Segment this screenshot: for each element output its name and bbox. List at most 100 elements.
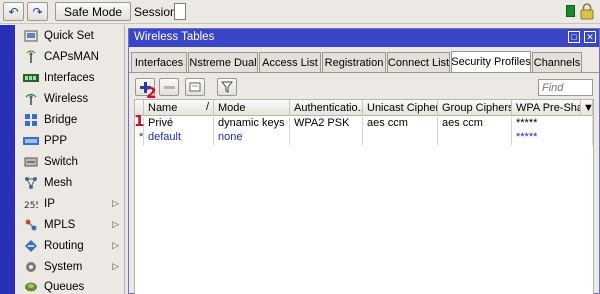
submenu-arrow-icon: ▷	[112, 261, 119, 271]
sidebar-item-label: Routing	[44, 240, 84, 252]
submenu-arrow-icon: ▷	[112, 219, 119, 229]
sidebar-item-switch[interactable]: Switch	[15, 152, 125, 172]
routing-icon	[23, 239, 39, 253]
remove-button[interactable]	[159, 78, 179, 96]
sidebar-item-label: Wireless	[44, 93, 89, 105]
interfaces-icon	[23, 71, 39, 85]
table-row[interactable]: Privé dynamic keys WPA2 PSK aes ccm aes …	[135, 117, 593, 131]
safe-mode-button[interactable]: Safe Mode	[55, 2, 132, 21]
system-icon	[23, 260, 39, 274]
sidebar-item-label: IP	[44, 198, 55, 210]
svg-text:255: 255	[24, 201, 38, 210]
ppp-icon	[23, 134, 39, 148]
sort-icon: /	[205, 101, 209, 113]
capsman-icon	[23, 50, 39, 64]
sidebar-item-label: System	[44, 261, 83, 273]
switch-icon	[23, 155, 39, 169]
filter-icon	[221, 81, 233, 93]
cell-wpa-pre-shared-key: *****	[512, 117, 593, 131]
sidebar-item-label: Interfaces	[44, 72, 95, 84]
cell-name: Privé	[144, 117, 214, 131]
security-profiles-table: Name / Mode Authenticatio... Unicast Ciph…	[134, 99, 594, 294]
comment-button[interactable]	[185, 78, 205, 96]
sidebar-item-label: Quick Set	[44, 30, 94, 42]
tab-interfaces[interactable]: Interfaces	[131, 52, 187, 72]
cell-wpa-pre-shared-key: *****	[512, 131, 593, 145]
tab-security-profiles[interactable]: Security Profiles	[451, 51, 531, 72]
close-button[interactable]: ✕	[584, 31, 596, 43]
sidebar-item-bridge[interactable]: Bridge	[15, 110, 125, 130]
sidebar-item-label: Switch	[44, 156, 78, 168]
columns-menu-button[interactable]: ▼	[581, 100, 593, 116]
quick-set-icon	[23, 29, 39, 43]
tab-nstreme-dual[interactable]: Nstreme Dual	[188, 52, 258, 72]
sidebar-item-label: PPP	[44, 135, 68, 147]
sidebar-item-ip[interactable]: 255 IP ▷	[15, 194, 125, 214]
main-toolbar: ↶ ↷ Safe Mode Session:	[0, 0, 600, 24]
row-flag: *	[135, 131, 144, 145]
left-brand-strip	[0, 25, 15, 294]
cell-mode: dynamic keys	[214, 117, 290, 131]
sidebar-item-label: CAPsMAN	[44, 51, 99, 63]
sidebar-item-label: Mesh	[44, 177, 73, 189]
sidebar-item-ppp[interactable]: PPP	[15, 131, 125, 151]
queues-icon	[23, 280, 39, 294]
redo-button[interactable]: ↷	[27, 2, 48, 21]
sidebar: Quick Set CAPsMAN Interfaces Wireless Br…	[15, 25, 125, 294]
column-header-authentication[interactable]: Authenticatio...	[290, 100, 363, 116]
annotation-marker-1: 1	[134, 112, 145, 130]
annotation-marker-2: 2	[146, 84, 157, 102]
column-header-wpa-pre-shared-key[interactable]: WPA Pre-Shar	[512, 100, 581, 116]
tab-bar: Interfaces Nstreme Dual Access List Regi…	[129, 51, 599, 72]
session-field[interactable]	[174, 3, 186, 20]
redo-icon: ↷	[32, 4, 43, 19]
undo-button[interactable]: ↶	[3, 2, 24, 21]
tab-divider	[129, 72, 599, 73]
tab-registration[interactable]: Registration	[322, 52, 386, 72]
cell-group-ciphers: aes ccm	[438, 117, 512, 131]
sidebar-item-mesh[interactable]: Mesh	[15, 173, 125, 193]
comment-icon	[189, 82, 201, 91]
lock-icon	[580, 3, 594, 20]
sidebar-item-quick-set[interactable]: Quick Set	[15, 26, 125, 46]
sidebar-item-system[interactable]: System ▷	[15, 257, 125, 277]
window-title[interactable]: Wireless Tables	[129, 29, 599, 47]
column-header-name[interactable]: Name /	[144, 100, 214, 116]
maximize-button[interactable]: □	[568, 31, 580, 43]
tab-channels[interactable]: Channels	[532, 52, 582, 72]
cell-mode: none	[214, 131, 290, 145]
wireless-tables-window: Wireless Tables □ ✕ Interfaces Nstreme D…	[128, 28, 600, 294]
sidebar-item-label: Queues	[44, 281, 85, 293]
cell-unicast-ciphers	[363, 131, 438, 145]
cell-authentication: WPA2 PSK	[290, 117, 363, 131]
submenu-arrow-icon: ▷	[112, 240, 119, 250]
column-header-label: Name	[148, 102, 178, 114]
submenu-arrow-icon: ▷	[112, 198, 119, 208]
filter-button[interactable]	[217, 78, 237, 96]
ip-icon: 255	[23, 197, 39, 211]
table-row[interactable]: * default none *****	[135, 131, 593, 145]
find-input[interactable]	[538, 79, 593, 96]
cell-unicast-ciphers: aes ccm	[363, 117, 438, 131]
sidebar-item-wireless[interactable]: Wireless	[15, 89, 125, 109]
tab-access-list[interactable]: Access List	[259, 52, 321, 72]
sidebar-item-mpls[interactable]: MPLS ▷	[15, 215, 125, 235]
column-header-group-ciphers[interactable]: Group Ciphers	[438, 100, 512, 116]
sidebar-item-queues[interactable]: Queues	[15, 277, 125, 294]
mpls-icon	[23, 218, 39, 232]
sidebar-item-interfaces[interactable]: Interfaces	[15, 68, 125, 88]
column-header-mode[interactable]: Mode	[214, 100, 290, 116]
mesh-icon	[23, 176, 39, 190]
maximize-icon: □	[571, 32, 577, 42]
sidebar-item-label: Bridge	[44, 114, 78, 126]
minus-icon	[163, 85, 175, 89]
undo-icon: ↶	[8, 4, 19, 19]
sidebar-item-capsman[interactable]: CAPsMAN	[15, 47, 125, 67]
sidebar-item-label: MPLS	[44, 219, 76, 231]
close-icon: ✕	[586, 32, 594, 42]
cell-name: default	[144, 131, 214, 145]
cell-group-ciphers	[438, 131, 512, 145]
tab-connect-list[interactable]: Connect List	[387, 52, 450, 72]
sidebar-item-routing[interactable]: Routing ▷	[15, 236, 125, 256]
column-header-unicast-ciphers[interactable]: Unicast Ciphers	[363, 100, 438, 116]
